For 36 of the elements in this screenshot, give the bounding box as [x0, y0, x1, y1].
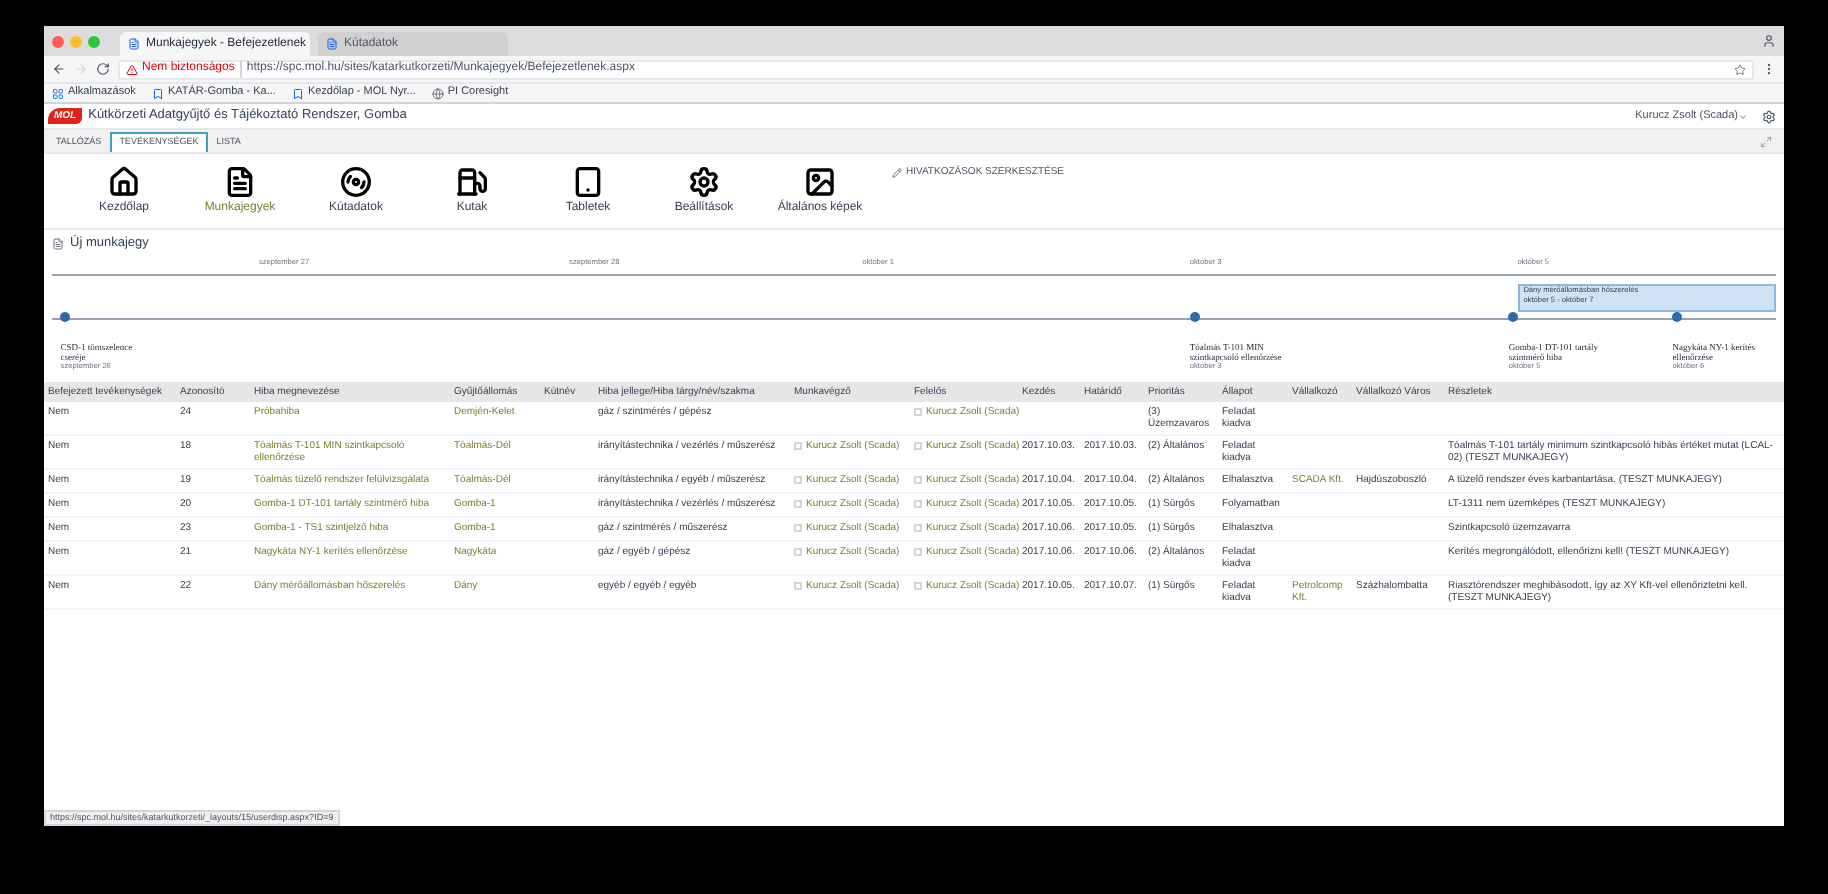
- square-icon: [914, 476, 922, 484]
- pencil-icon: [892, 168, 902, 179]
- square-icon: [914, 548, 922, 556]
- reload-icon[interactable]: [96, 62, 110, 76]
- square-icon: [794, 548, 802, 556]
- settings-icon[interactable]: [1762, 109, 1776, 123]
- document-icon: [224, 165, 256, 197]
- timeline-marker[interactable]: [60, 312, 71, 322]
- square-icon: [914, 500, 922, 508]
- timeline-marker[interactable]: [1672, 312, 1683, 322]
- square-icon: [914, 582, 922, 590]
- gear-icon: [688, 165, 720, 197]
- new-document-icon: [52, 238, 64, 250]
- tablet-icon: [572, 165, 604, 197]
- bookmark-star-icon[interactable]: [1734, 63, 1746, 75]
- globe-icon: [431, 87, 444, 99]
- disc-icon: [340, 165, 372, 197]
- square-icon: [914, 524, 922, 532]
- fuel-pump-icon: [456, 165, 488, 197]
- apps-icon: [52, 87, 64, 99]
- square-icon: [794, 524, 802, 532]
- image-icon: [804, 165, 836, 197]
- timeline-marker[interactable]: [1189, 312, 1200, 322]
- square-icon: [914, 442, 922, 450]
- warning-icon: [126, 63, 138, 75]
- square-icon: [794, 476, 802, 484]
- profile-icon[interactable]: [1762, 34, 1776, 48]
- square-icon: [794, 582, 802, 590]
- house-icon: [108, 165, 140, 197]
- square-icon: [794, 500, 802, 508]
- timeline-marker[interactable]: [1508, 312, 1519, 322]
- menu-icon[interactable]: [1762, 62, 1776, 76]
- square-icon: [794, 442, 802, 450]
- caret-icon: [1738, 111, 1748, 121]
- back-icon[interactable]: [52, 62, 66, 76]
- square-icon: [914, 408, 922, 416]
